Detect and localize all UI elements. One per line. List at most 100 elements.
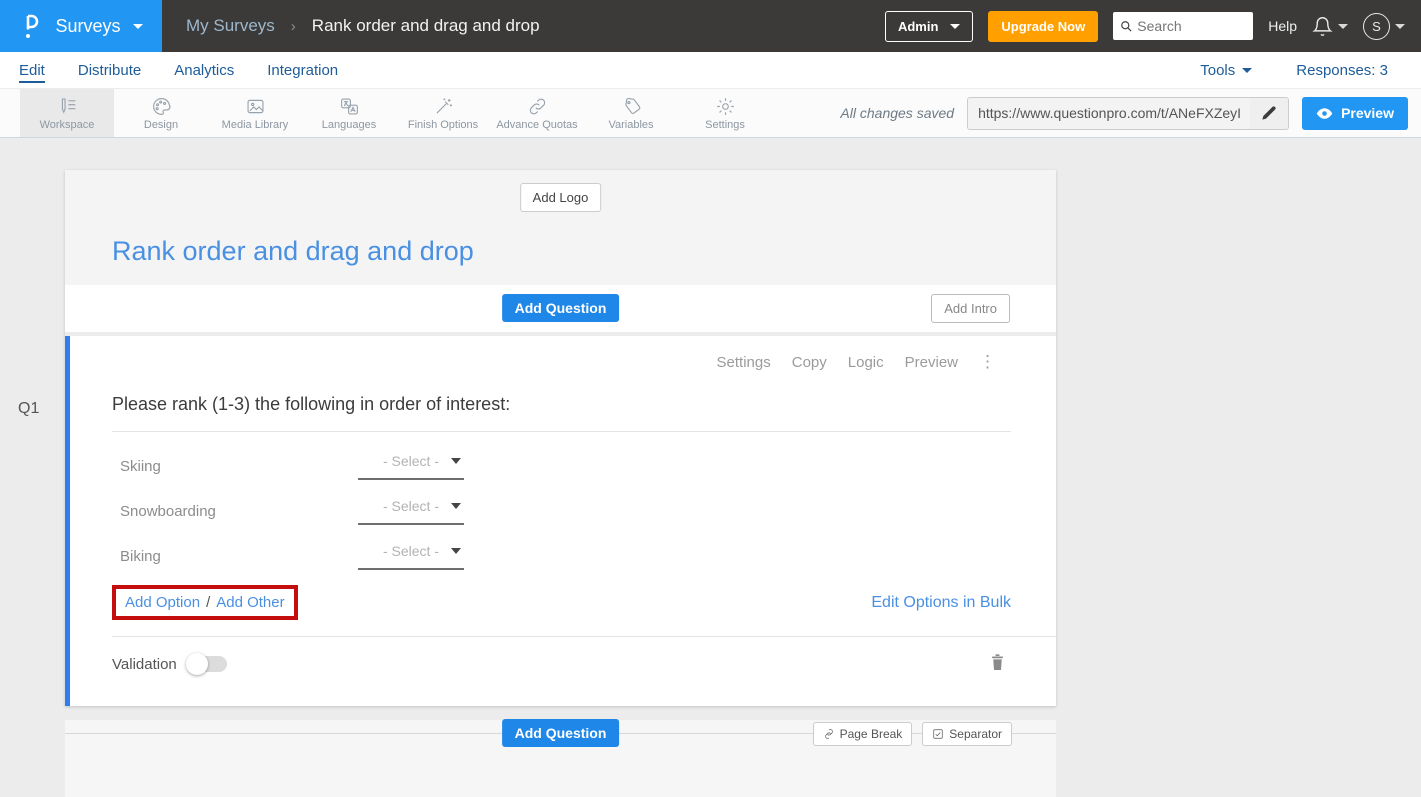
option-label[interactable]: Skiing	[120, 458, 358, 475]
toolbar-item-design[interactable]: Design	[114, 89, 208, 137]
pencil-icon	[1261, 105, 1277, 121]
survey-card: Add Logo Rank order and drag and drop Ad…	[65, 170, 1056, 706]
toolbar-item-languages[interactable]: Languages	[302, 89, 396, 137]
edit-url-button[interactable]	[1250, 98, 1288, 129]
question-settings-link[interactable]: Settings	[717, 354, 771, 371]
admin-label: Admin	[898, 19, 938, 34]
page-break-button[interactable]: Page Break	[813, 722, 913, 746]
survey-url-input[interactable]	[968, 98, 1250, 129]
add-logo-button[interactable]: Add Logo	[520, 183, 602, 212]
workspace-canvas: Q1 Add Logo Rank order and drag and drop…	[0, 138, 1421, 797]
tab-analytics-label: Analytics	[174, 62, 234, 79]
question-actions: Settings Copy Logic Preview ⋮	[70, 336, 1056, 372]
validation-toggle[interactable]	[187, 656, 227, 672]
breadcrumb: My Surveys › Rank order and drag and dro…	[186, 16, 540, 36]
toolbar-item-variables[interactable]: Variables	[584, 89, 678, 137]
toolbar-item-advance-quotas[interactable]: Advance Quotas	[490, 89, 584, 137]
separator-button[interactable]: Separator	[922, 722, 1012, 746]
question-logic-link[interactable]: Logic	[848, 354, 884, 371]
rank-select-biking[interactable]: - Select -	[358, 543, 464, 570]
question-preview-link[interactable]: Preview	[905, 354, 958, 371]
bell-icon	[1312, 16, 1333, 37]
add-question-bottom-row: Add Question Page Break Separator	[65, 719, 1056, 749]
annotation-highlight-box: Add Option / Add Other	[112, 585, 298, 620]
page-controls: Page Break Separator	[813, 722, 1012, 746]
surveys-menu[interactable]: Surveys	[0, 0, 162, 52]
tab-integration[interactable]: Integration	[267, 62, 338, 79]
option-row-biking: Biking - Select -	[120, 534, 1011, 579]
toolbar-item-workspace[interactable]: Workspace	[20, 89, 114, 137]
settings-icon	[715, 96, 736, 117]
question-copy-link[interactable]: Copy	[792, 354, 827, 371]
question-text[interactable]: Please rank (1-3) the following in order…	[112, 394, 1011, 432]
finish-options-icon	[433, 96, 454, 117]
help-link[interactable]: Help	[1268, 18, 1297, 34]
checkbox-checked-icon	[932, 728, 944, 740]
survey-url-group	[967, 97, 1289, 130]
rank-select-snowboarding[interactable]: - Select -	[358, 498, 464, 525]
breadcrumb-current-survey: Rank order and drag and drop	[312, 16, 540, 36]
edit-options-in-bulk-link[interactable]: Edit Options in Bulk	[871, 594, 1011, 612]
option-label[interactable]: Biking	[120, 548, 358, 565]
slash-separator: /	[206, 594, 210, 611]
product-name: Surveys	[55, 16, 120, 37]
page-break-label: Page Break	[840, 727, 903, 741]
tab-edit-label: Edit	[19, 62, 45, 83]
select-placeholder: - Select -	[383, 453, 439, 469]
add-other-link[interactable]: Add Other	[216, 594, 284, 611]
add-question-button-bottom[interactable]: Add Question	[502, 719, 620, 747]
chevron-down-icon	[950, 24, 960, 29]
toolbar-item-media-library[interactable]: Media Library	[208, 89, 302, 137]
tab-distribute-label: Distribute	[78, 62, 141, 79]
tools-label: Tools	[1200, 62, 1235, 79]
admin-dropdown[interactable]: Admin	[885, 11, 973, 42]
add-question-button-top[interactable]: Add Question	[502, 294, 620, 322]
question-number-label: Q1	[18, 400, 39, 418]
chevron-down-icon	[1395, 24, 1405, 29]
eye-icon	[1316, 105, 1333, 122]
search-input[interactable]	[1137, 18, 1246, 34]
chevron-down-icon	[1338, 24, 1348, 29]
preview-label: Preview	[1341, 105, 1394, 121]
tab-edit[interactable]: Edit	[19, 62, 45, 79]
add-intro-button[interactable]: Add Intro	[931, 294, 1010, 323]
kebab-menu-icon[interactable]: ⋮	[979, 352, 996, 372]
delete-question-button[interactable]	[989, 653, 1006, 675]
toolbar-item-label: Languages	[322, 119, 376, 131]
chevron-down-icon	[133, 24, 143, 29]
search-box[interactable]	[1113, 12, 1253, 40]
tools-dropdown[interactable]: Tools	[1200, 62, 1252, 79]
trash-icon	[989, 653, 1006, 672]
option-label[interactable]: Snowboarding	[120, 503, 358, 520]
breadcrumb-my-surveys[interactable]: My Surveys	[186, 16, 275, 36]
account-menu[interactable]: S	[1363, 13, 1405, 40]
add-option-row: Add Option / Add Other Edit Options in B…	[112, 585, 1011, 620]
responses-count[interactable]: Responses: 3	[1296, 62, 1388, 79]
tab-analytics[interactable]: Analytics	[174, 62, 234, 79]
survey-title[interactable]: Rank order and drag and drop	[112, 236, 474, 267]
option-row-skiing: Skiing - Select -	[120, 444, 1011, 489]
toolbar-item-settings[interactable]: Settings	[678, 89, 772, 137]
toolbar-item-label: Variables	[608, 119, 653, 131]
toolbar-item-label: Workspace	[40, 119, 95, 131]
editor-toolbar: Workspace Design Media Library Languages…	[0, 88, 1421, 138]
workspace-icon	[57, 96, 78, 117]
search-icon	[1120, 19, 1132, 33]
validation-row: Validation	[112, 636, 1056, 693]
select-placeholder: - Select -	[383, 498, 439, 514]
select-placeholder: - Select -	[383, 543, 439, 559]
separator-label: Separator	[949, 727, 1002, 741]
questionpro-logo-icon	[19, 13, 43, 40]
tab-distribute[interactable]: Distribute	[78, 62, 141, 79]
upgrade-now-button[interactable]: Upgrade Now	[988, 11, 1098, 42]
add-option-link[interactable]: Add Option	[125, 594, 200, 611]
notifications-menu[interactable]	[1312, 16, 1348, 37]
design-icon	[151, 96, 172, 117]
breadcrumb-separator: ›	[291, 18, 296, 35]
preview-button[interactable]: Preview	[1302, 97, 1408, 130]
toolbar-item-finish-options[interactable]: Finish Options	[396, 89, 490, 137]
question-block-q1: Settings Copy Logic Preview ⋮ Please ran…	[65, 336, 1056, 706]
validation-label: Validation	[112, 656, 177, 673]
option-row-snowboarding: Snowboarding - Select -	[120, 489, 1011, 534]
rank-select-skiing[interactable]: - Select -	[358, 453, 464, 480]
